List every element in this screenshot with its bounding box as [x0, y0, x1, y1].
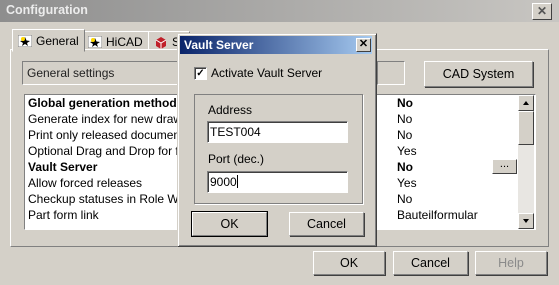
general-settings-label: General settings — [27, 66, 115, 80]
window-title: Configuration — [6, 3, 88, 17]
setting-value[interactable]: No — [397, 111, 412, 127]
checkmark-icon: ✓ — [196, 68, 205, 79]
close-button[interactable]: ✕ — [532, 3, 552, 20]
title-bar[interactable]: Configuration ✕ — [0, 0, 559, 22]
tab-general-label: General — [36, 33, 79, 48]
port-value: 9000 — [210, 175, 237, 189]
text-caret — [236, 175, 238, 188]
port-field[interactable]: 9000 — [207, 171, 348, 193]
ok-button[interactable]: OK — [313, 251, 385, 275]
tab-hicad-label: HiCAD — [106, 35, 143, 49]
scroll-down-button[interactable] — [518, 213, 534, 229]
cube-icon — [154, 36, 168, 49]
triangle-down-icon — [523, 219, 529, 223]
ellipsis-button[interactable]: ... — [492, 159, 517, 174]
scroll-thumb[interactable] — [518, 111, 534, 145]
close-icon: ✕ — [536, 4, 548, 18]
general-settings-box: General settings — [22, 61, 194, 85]
setting-value[interactable]: Yes — [397, 143, 417, 159]
cad-system-button[interactable]: CAD System — [424, 61, 533, 87]
dialog-cancel-button[interactable]: Cancel — [289, 212, 364, 236]
activate-vault-label: Activate Vault Server — [211, 66, 323, 80]
help-button[interactable]: Help — [475, 251, 547, 275]
port-label: Port (dec.) — [208, 152, 265, 166]
address-field[interactable]: TEST004 — [207, 121, 348, 143]
setting-value[interactable]: No — [397, 95, 413, 111]
general-settings-box-end — [377, 61, 405, 85]
star-icon — [87, 35, 103, 49]
setting-value[interactable]: No — [397, 191, 412, 207]
setting-value[interactable]: No — [397, 159, 413, 175]
activate-vault-checkbox[interactable]: ✓ — [194, 67, 207, 80]
dialog-ok-button[interactable]: OK — [191, 211, 268, 237]
vertical-scrollbar[interactable] — [518, 95, 534, 229]
close-icon: ✕ — [358, 38, 369, 50]
cancel-button[interactable]: Cancel — [393, 251, 468, 275]
dialog-title: Vault Server — [184, 38, 254, 52]
setting-value[interactable]: Bauteilformular — [397, 207, 478, 223]
tab-general[interactable]: General — [12, 29, 85, 52]
setting-value[interactable]: No — [397, 127, 412, 143]
triangle-up-icon — [523, 101, 529, 105]
scroll-up-button[interactable] — [518, 95, 534, 111]
address-label: Address — [208, 103, 253, 117]
setting-value[interactable]: Yes — [397, 175, 417, 191]
dialog-close-button[interactable]: ✕ — [356, 38, 371, 52]
star-icon — [17, 34, 33, 47]
dialog-title-bar[interactable]: Vault Server ✕ — [180, 36, 372, 54]
